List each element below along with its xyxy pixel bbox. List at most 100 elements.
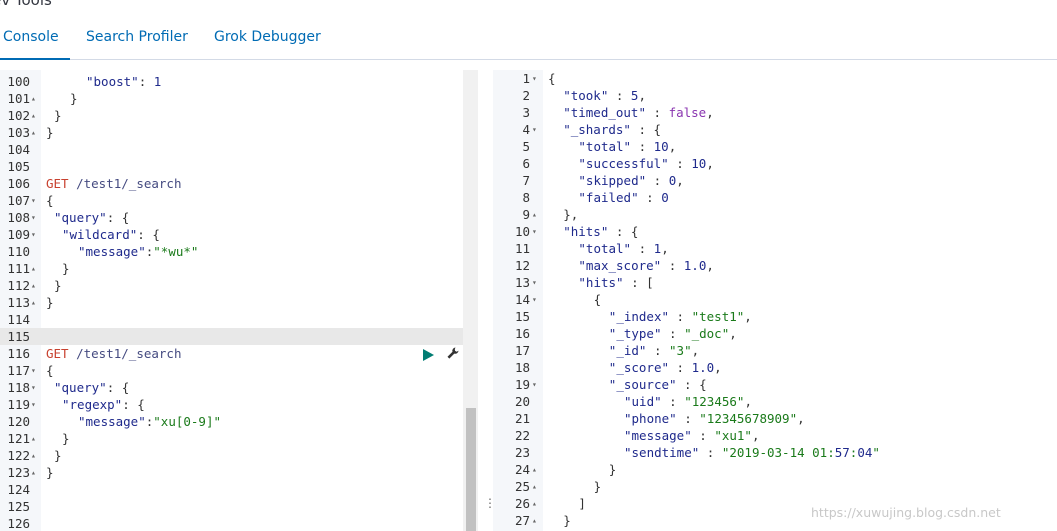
code-text: } (54, 448, 62, 463)
json-text: ] (578, 496, 586, 511)
editor-line[interactable]: 115 (0, 328, 463, 345)
json-text: "_source" : { (608, 377, 707, 392)
json-text: }, (563, 207, 579, 222)
line-number: 8 (522, 190, 530, 205)
active-tab-indicator (0, 58, 70, 60)
code-text: { (46, 363, 54, 378)
line-number: 116 (7, 346, 30, 361)
fold-up-icon[interactable]: ▴ (31, 447, 40, 464)
fold-down-icon[interactable]: ▾ (532, 121, 541, 138)
json-text: } (608, 462, 617, 477)
code-text: } (54, 108, 62, 123)
pane-resizer[interactable] (478, 70, 493, 531)
fold-down-icon[interactable]: ▾ (31, 226, 40, 243)
line-number: 10 (514, 224, 530, 239)
fold-down-icon[interactable]: ▾ (31, 396, 40, 413)
fold-up-icon[interactable]: ▴ (532, 461, 541, 478)
fold-up-icon[interactable]: ▴ (31, 124, 40, 141)
line-number: 1 (522, 71, 530, 86)
tab-grok-debugger[interactable]: Grok Debugger (214, 29, 321, 45)
line-number: 4 (522, 122, 530, 137)
fold-up-icon[interactable]: ▴ (31, 277, 40, 294)
code-text: } (46, 465, 54, 480)
watermark: https://xuwujing.blog.csdn.net (811, 505, 1001, 520)
tab-bar: Console Search Profiler Grok Debugger (0, 20, 1057, 60)
line-number: 2 (522, 88, 530, 103)
tab-console[interactable]: Console (3, 29, 59, 45)
code-text: } (54, 278, 62, 293)
fold-down-icon[interactable]: ▾ (532, 376, 541, 393)
line-number: 117 (7, 363, 30, 378)
line-number: 111 (7, 261, 30, 276)
fold-down-icon[interactable]: ▾ (31, 192, 40, 209)
wrench-icon[interactable] (446, 346, 460, 362)
line-number: 106 (7, 176, 30, 191)
line-number: 108 (7, 210, 30, 225)
fold-up-icon[interactable]: ▴ (532, 478, 541, 495)
line-number: 19 (514, 377, 530, 392)
line-number: 126 (7, 516, 30, 531)
line-number: 21 (514, 411, 530, 426)
line-number: 18 (514, 360, 530, 375)
request-editor-scroll-thumb[interactable] (466, 408, 476, 531)
line-number: 13 (514, 275, 530, 290)
line-number: 110 (7, 244, 30, 259)
fold-up-icon[interactable]: ▴ (31, 430, 40, 447)
line-number: 3 (522, 105, 530, 120)
tab-search-profiler[interactable]: Search Profiler (86, 29, 188, 45)
line-number: 121 (7, 431, 30, 446)
fold-up-icon[interactable]: ▴ (31, 294, 40, 311)
line-number: 9 (522, 207, 530, 222)
line-number: 16 (514, 326, 530, 341)
code-text: "message":"*wu*" (78, 244, 199, 259)
json-text: "skipped" : 0, (578, 173, 684, 188)
json-text: "_type" : "_doc", (608, 326, 737, 341)
code-text: GET /test1/_search (46, 346, 182, 361)
fold-down-icon[interactable]: ▾ (532, 291, 541, 308)
json-text: "_shards" : { (563, 122, 662, 137)
json-text: } (563, 513, 571, 528)
app-title: ev Tools (0, 0, 52, 9)
code-text: "regexp": { (62, 397, 145, 412)
line-number: 120 (7, 414, 30, 429)
fold-down-icon[interactable]: ▾ (532, 274, 541, 291)
code-text: GET /test1/_search (46, 176, 182, 191)
line-number: 113 (7, 295, 30, 310)
line-number: 26 (514, 496, 530, 511)
code-text: { (46, 193, 54, 208)
fold-down-icon[interactable]: ▾ (532, 223, 541, 240)
code-text: } (70, 91, 78, 106)
code-text: } (62, 261, 70, 276)
fold-down-icon[interactable]: ▾ (31, 379, 40, 396)
fold-up-icon[interactable]: ▴ (31, 90, 40, 107)
line-number: 107 (7, 193, 30, 208)
code-text: "wildcard": { (62, 227, 160, 242)
fold-down-icon[interactable]: ▾ (532, 70, 541, 87)
fold-up-icon[interactable]: ▴ (532, 512, 541, 529)
fold-up-icon[interactable]: ▴ (31, 464, 40, 481)
fold-up-icon[interactable]: ▴ (31, 260, 40, 277)
line-number: 7 (522, 173, 530, 188)
code-text: "query": { (54, 380, 130, 395)
response-viewer[interactable]: 1 ▾{2 "took" : 5, 3 "timed_out" : false, 4 ▾ "_… (493, 70, 1057, 531)
request-editor[interactable]: 100 "boost": 1 101 ▴} 102 ▴} 103 ▴} 104 105 106 GET… (0, 70, 478, 531)
line-number: 119 (7, 397, 30, 412)
line-number: 112 (7, 278, 30, 293)
line-number: 124 (7, 482, 30, 497)
json-text: "failed" : 0 (578, 190, 669, 205)
line-number: 104 (7, 142, 30, 157)
line-number: 22 (514, 428, 530, 443)
fold-down-icon[interactable]: ▾ (31, 209, 40, 226)
line-number: 100 (7, 74, 30, 89)
json-text: "_score" : 1.0, (608, 360, 722, 375)
json-text: "_index" : "test1", (608, 309, 752, 324)
play-icon[interactable] (423, 349, 434, 361)
line-number: 6 (522, 156, 530, 171)
json-text: } (593, 479, 602, 494)
fold-down-icon[interactable]: ▾ (31, 362, 40, 379)
code-text: } (62, 431, 70, 446)
fold-up-icon[interactable]: ▴ (532, 206, 541, 223)
fold-up-icon[interactable]: ▴ (31, 107, 40, 124)
line-number: 122 (7, 448, 30, 463)
fold-up-icon[interactable]: ▴ (532, 495, 541, 512)
